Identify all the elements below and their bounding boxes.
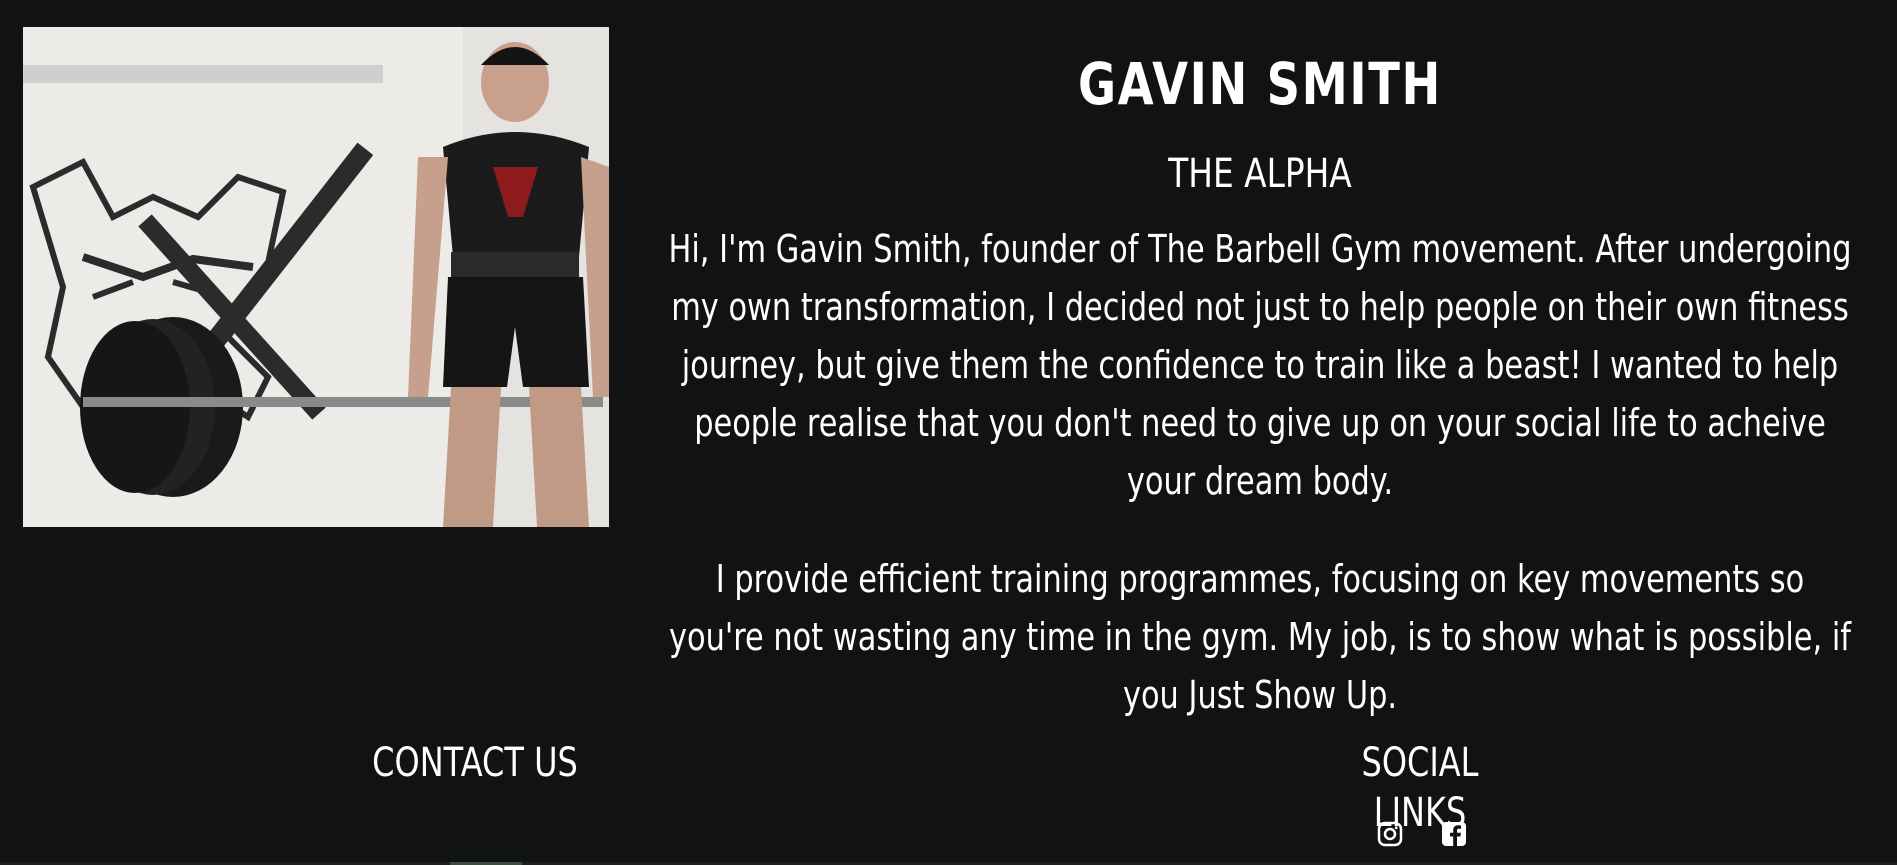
deadlift-photo-illustration: [23, 27, 609, 527]
about-section: GAVIN SMITH THE ALPHA Hi, I'm Gavin Smit…: [660, 40, 1860, 724]
services-paragraph: I provide efficient training programmes,…: [669, 557, 1851, 717]
profile-photo: [23, 27, 609, 527]
contact-heading: CONTACT US: [372, 740, 578, 786]
bio-paragraph: Hi, I'm Gavin Smith, founder of The Barb…: [668, 227, 1852, 503]
tagline: THE ALPHA: [1168, 151, 1352, 197]
page-title: GAVIN SMITH: [1078, 50, 1442, 118]
social-links: [1376, 820, 1468, 848]
instagram-icon[interactable]: [1376, 820, 1404, 848]
facebook-icon[interactable]: [1440, 820, 1468, 848]
